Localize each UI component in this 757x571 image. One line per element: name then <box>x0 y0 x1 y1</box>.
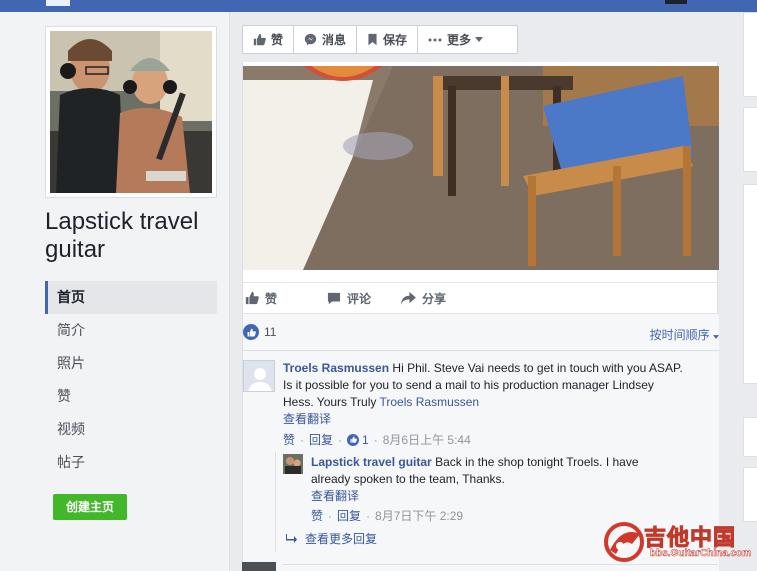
watermark: 吉他中国 bbs.GuitarChina.com <box>600 518 755 566</box>
top-navigation-bar <box>0 0 757 12</box>
chevron-down-icon <box>475 37 484 42</box>
post-share-label: 分享 <box>422 291 447 306</box>
divider <box>243 350 719 351</box>
guitarchina-logo-icon <box>604 522 644 562</box>
page-title[interactable]: Lapstick travel guitar <box>45 208 225 264</box>
right-card[interactable] <box>743 417 757 457</box>
sidebar-divider <box>229 12 230 571</box>
comment-author[interactable]: Troels Rasmussen <box>283 361 389 375</box>
reply-thread-line <box>275 452 276 552</box>
ellipsis-icon <box>428 38 442 41</box>
likes-summary[interactable]: 11 <box>243 324 276 340</box>
patio-chairs-image <box>243 66 719 270</box>
comment: Troels Rasmussen Hi Phil. Steve Vai need… <box>283 360 683 428</box>
reply-author-avatar[interactable] <box>283 454 303 474</box>
view-more-replies-link[interactable]: 查看更多回复 <box>285 530 377 547</box>
post-card: 赞 评论 分享 11 按时间顺序 Troels Rasmussen Hi Phi… <box>242 62 719 571</box>
right-card[interactable] <box>743 12 757 97</box>
post-share-button[interactable]: 分享 <box>401 290 446 307</box>
comment-actions: 赞 · 回复 · 1 · 8月6日上午 5:44 <box>283 431 471 448</box>
more-button[interactable]: 更多 <box>418 26 493 53</box>
comment-like-count[interactable]: 1 <box>362 433 369 447</box>
message-button[interactable]: 消息 <box>294 26 358 53</box>
more-label: 更多 <box>447 33 472 47</box>
messenger-icon <box>304 33 317 46</box>
see-translation-link[interactable]: 查看翻译 <box>283 411 683 428</box>
right-card[interactable] <box>743 467 757 522</box>
profile-photo-image <box>50 31 212 193</box>
nav-item-posts[interactable]: 帖子 <box>45 446 217 479</box>
like-reaction-icon <box>243 324 259 340</box>
post-comment-button[interactable]: 评论 <box>327 290 371 307</box>
chevron-down-icon <box>713 335 719 339</box>
comment-like-link[interactable]: 赞 <box>283 431 295 448</box>
message-label: 消息 <box>322 33 347 47</box>
user-avatar[interactable] <box>665 0 687 4</box>
post-reactions-bar: 赞 评论 分享 <box>243 282 719 314</box>
like-page-label: 赞 <box>271 33 284 47</box>
reply-timestamp[interactable]: 8月7日下午 2:29 <box>375 507 463 524</box>
post-like-label: 赞 <box>265 291 278 306</box>
facebook-logo[interactable] <box>46 0 70 6</box>
right-card[interactable] <box>743 184 757 384</box>
reply-author[interactable]: Lapstick travel guitar <box>311 455 432 469</box>
nav-item-likes[interactable]: 赞 <box>45 380 217 413</box>
reply-arrow-icon <box>286 534 297 543</box>
see-translation-link[interactable]: 查看翻译 <box>311 488 681 505</box>
comment-icon <box>327 292 341 304</box>
comment-sort-dropdown[interactable]: 按时间顺序 <box>650 326 719 343</box>
reply-like-link[interactable]: 赞 <box>311 507 323 524</box>
comment-reply-link[interactable]: 回复 <box>309 431 333 448</box>
nav-item-about[interactable]: 简介 <box>45 314 217 347</box>
nav-item-home[interactable]: 首页 <box>45 281 217 314</box>
reply-actions: 赞 · 回复 · 8月7日下午 2:29 <box>311 507 464 524</box>
post-comment-label: 评论 <box>347 291 372 306</box>
nav-item-videos[interactable]: 视频 <box>45 413 217 446</box>
watermark-url: bbs.GuitarChina.com <box>650 548 752 560</box>
thumbs-up-icon <box>245 291 259 305</box>
next-comment-avatar[interactable] <box>242 562 276 571</box>
save-button[interactable]: 保存 <box>357 26 419 53</box>
thumbs-up-icon <box>253 33 266 46</box>
page-navigation: 首页 简介 照片 赞 视频 帖子 <box>45 281 217 479</box>
profile-picture[interactable] <box>45 26 217 198</box>
comment-timestamp[interactable]: 8月6日上午 5:44 <box>383 431 471 448</box>
default-user-icon <box>244 361 274 391</box>
page-action-bar: 赞 消息 保存 更多 <box>242 25 518 54</box>
commenter-avatar[interactable] <box>243 360 275 392</box>
bookmark-icon <box>368 33 377 46</box>
save-label: 保存 <box>383 33 408 47</box>
post-photo[interactable] <box>243 66 719 270</box>
like-reaction-icon <box>347 433 360 446</box>
like-page-button[interactable]: 赞 <box>243 26 295 53</box>
create-page-button[interactable]: 创建主页 <box>53 494 127 520</box>
sort-label: 按时间顺序 <box>649 328 710 342</box>
share-icon <box>401 291 416 305</box>
lapstick-avatar-image <box>283 454 303 474</box>
comment-mention[interactable]: Troels Rasmussen <box>380 395 480 409</box>
reply-comment: Lapstick travel guitar Back in the shop … <box>311 454 681 505</box>
right-sidebar <box>743 12 757 571</box>
post-like-button[interactable]: 赞 <box>245 290 277 307</box>
reply-reply-link[interactable]: 回复 <box>337 507 361 524</box>
right-card[interactable] <box>743 107 757 172</box>
view-more-replies-label: 查看更多回复 <box>305 532 378 546</box>
nav-item-photos[interactable]: 照片 <box>45 347 217 380</box>
likes-count: 11 <box>264 325 277 339</box>
